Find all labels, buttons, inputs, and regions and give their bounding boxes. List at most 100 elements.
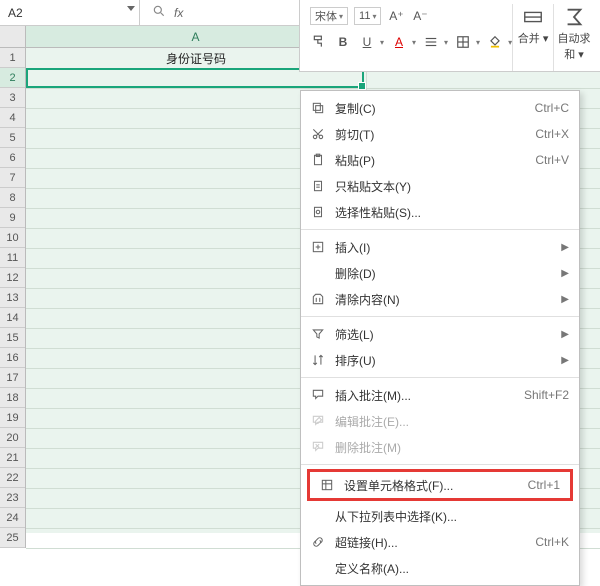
menu-separator — [301, 377, 579, 378]
select-all-corner[interactable] — [0, 26, 26, 48]
menu-item: 编辑批注(E)... — [301, 408, 579, 434]
row-header[interactable]: 18 — [0, 388, 25, 408]
menu-item-label: 清除内容(N) — [335, 291, 553, 308]
chevron-right-icon: ▶ — [561, 355, 569, 366]
row-header[interactable]: 4 — [0, 108, 25, 128]
row-header[interactable]: 8 — [0, 188, 25, 208]
menu-item[interactable]: 选择性粘贴(S)... — [301, 199, 579, 225]
menu-item-label: 粘贴(P) — [335, 152, 527, 169]
menu-item[interactable]: 定义名称(A)... — [301, 555, 579, 581]
menu-item-shortcut: Ctrl+X — [535, 127, 569, 141]
cell-A1-value: 身份证号码 — [166, 50, 226, 67]
format-painter-icon[interactable] — [310, 33, 328, 51]
menu-item-label: 删除批注(M) — [335, 439, 569, 456]
sort-icon — [309, 353, 327, 367]
menu-item[interactable]: 插入批注(M)...Shift+F2 — [301, 382, 579, 408]
bold-icon[interactable]: B — [334, 33, 352, 51]
row-header[interactable]: 22 — [0, 468, 25, 488]
menu-item[interactable]: 从下拉列表中选择(K)... — [301, 503, 579, 529]
ptext-icon — [309, 179, 327, 193]
menu-item-label: 筛选(L) — [335, 326, 553, 343]
row-header[interactable]: 25 — [0, 528, 25, 548]
chevron-right-icon: ▶ — [561, 268, 569, 279]
fx-label: fx — [174, 6, 183, 20]
row-header[interactable]: 15 — [0, 328, 25, 348]
context-menu: 复制(C) Ctrl+C 剪切(T) Ctrl+X 粘贴(P) Ctrl+V 只粘贴文本(Y… — [300, 90, 580, 586]
autosum-label: 自动求和 ▾ — [554, 30, 594, 62]
row-header[interactable]: 1 — [0, 48, 25, 68]
editc-icon — [309, 414, 327, 428]
merge-button[interactable]: 合并 ▾ — [512, 4, 553, 71]
row-header[interactable]: 5 — [0, 128, 25, 148]
row-header[interactable]: 20 — [0, 428, 25, 448]
menu-item: 删除批注(M) — [301, 434, 579, 460]
menu-item[interactable]: 粘贴(P) Ctrl+V — [301, 147, 579, 173]
menu-item[interactable]: 删除(D) ▶ — [301, 260, 579, 286]
font-color-icon[interactable]: A — [390, 33, 408, 51]
menu-item-label: 插入(I) — [335, 239, 553, 256]
decrease-font-icon[interactable]: A⁻ — [411, 7, 429, 25]
font-size-value: 11 — [359, 10, 370, 22]
underline-icon[interactable]: U — [358, 33, 376, 51]
menu-item[interactable]: 清除内容(N)▶ — [301, 286, 579, 312]
menu-item-label: 只粘贴文本(Y) — [335, 178, 569, 195]
row-header[interactable]: 2 — [0, 68, 25, 88]
row-header[interactable]: 3 — [0, 88, 25, 108]
menu-item-label: 编辑批注(E)... — [335, 413, 569, 430]
menu-item-label: 设置单元格格式(F)... — [344, 477, 520, 494]
menu-item[interactable]: 复制(C) Ctrl+C — [301, 95, 579, 121]
menu-item-shortcut: Shift+F2 — [524, 388, 569, 402]
row-header[interactable]: 23 — [0, 488, 25, 508]
menu-separator — [301, 316, 579, 317]
row-header[interactable]: 21 — [0, 448, 25, 468]
menu-item[interactable]: 设置单元格格式(F)... Ctrl+1 — [310, 472, 570, 498]
menu-item-label: 超链接(H)... — [335, 534, 527, 551]
search-icon — [152, 4, 166, 21]
row-header[interactable]: 14 — [0, 308, 25, 328]
align-icon[interactable] — [422, 33, 440, 51]
name-box[interactable]: A2 — [0, 0, 140, 25]
menu-separator — [301, 464, 579, 465]
row-header[interactable]: 9 — [0, 208, 25, 228]
menu-item-label: 剪切(T) — [335, 126, 527, 143]
menu-item-label: 选择性粘贴(S)... — [335, 204, 569, 221]
menu-item-label: 删除(D) — [335, 265, 553, 282]
row-header[interactable]: 10 — [0, 228, 25, 248]
menu-item-label: 复制(C) — [335, 100, 527, 117]
menu-item-shortcut: Ctrl+K — [535, 535, 569, 549]
row-header[interactable]: 7 — [0, 168, 25, 188]
autosum-button[interactable]: 自动求和 ▾ — [553, 4, 594, 71]
row-header[interactable]: 24 — [0, 508, 25, 528]
row-header[interactable]: 12 — [0, 268, 25, 288]
chevron-down-icon[interactable] — [127, 6, 135, 11]
menu-item[interactable]: 只粘贴文本(Y) — [301, 173, 579, 199]
row-header[interactable]: 17 — [0, 368, 25, 388]
fill-color-icon[interactable] — [486, 33, 504, 51]
row-header[interactable]: 19 — [0, 408, 25, 428]
row-header[interactable]: 11 — [0, 248, 25, 268]
menu-separator — [301, 229, 579, 230]
menu-item[interactable]: 插入(I)▶ — [301, 234, 579, 260]
format-icon — [318, 478, 336, 492]
menu-item-label: 排序(U) — [335, 352, 553, 369]
borders-icon[interactable] — [454, 33, 472, 51]
menu-item-shortcut: Ctrl+C — [535, 101, 569, 115]
row-header[interactable]: 16 — [0, 348, 25, 368]
font-size-dropdown[interactable]: 11▾ — [354, 7, 381, 25]
chevron-right-icon: ▶ — [561, 329, 569, 340]
cut-icon — [309, 127, 327, 141]
row-header[interactable]: 13 — [0, 288, 25, 308]
row-header[interactable]: 6 — [0, 148, 25, 168]
font-name-dropdown[interactable]: 宋体▾ — [310, 7, 348, 25]
formula-area[interactable]: fx — [140, 4, 183, 21]
row-headers: 1234567891011121314151617181920212223242… — [0, 48, 26, 548]
menu-item[interactable]: 排序(U) ▶ — [301, 347, 579, 373]
delc-icon — [309, 440, 327, 454]
increase-font-icon[interactable]: A⁺ — [387, 7, 405, 25]
ribbon-fragment: 宋体▾ 11▾ A⁺ A⁻ B U▾ A▾ ▾ ▾ ▾ — [299, 0, 600, 72]
menu-item-shortcut: Ctrl+1 — [528, 478, 560, 492]
paste-icon — [309, 153, 327, 167]
menu-item[interactable]: 筛选(L) ▶ — [301, 321, 579, 347]
menu-item[interactable]: 剪切(T) Ctrl+X — [301, 121, 579, 147]
menu-item-shortcut: Ctrl+V — [535, 153, 569, 167]
